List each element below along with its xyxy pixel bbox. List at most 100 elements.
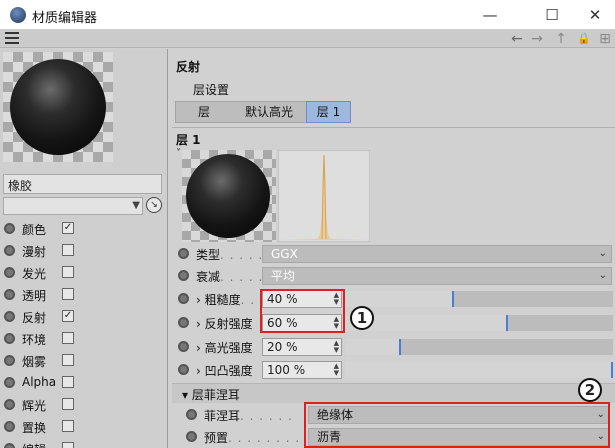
animation-dot-icon[interactable] xyxy=(4,355,15,366)
channel-item[interactable]: 编辑 xyxy=(0,438,166,448)
reflection-strength-row: › 反射强度 60 % ▲ ▼ xyxy=(172,312,615,334)
channel-item[interactable]: 透明 xyxy=(0,284,166,306)
animation-dot-icon[interactable] xyxy=(4,311,15,322)
collapse-arrow-icon[interactable]: ˅ xyxy=(176,148,181,159)
channel-checkbox[interactable] xyxy=(62,354,74,366)
animation-dot-icon[interactable] xyxy=(178,270,189,281)
channel-checkbox[interactable]: ✓ xyxy=(62,310,74,322)
animation-dot-icon[interactable] xyxy=(178,317,189,328)
callout-2: 2 xyxy=(578,378,602,402)
preset-select[interactable]: ▼ xyxy=(3,197,143,215)
channel-checkbox[interactable] xyxy=(62,442,74,448)
animation-dot-icon[interactable] xyxy=(4,399,15,410)
attenuation-row: 衰减. . . . . . 平均 ⌄ xyxy=(172,265,615,287)
chevron-down-icon: ⌄ xyxy=(598,248,607,259)
animation-dot-icon[interactable] xyxy=(4,333,15,344)
slider-handle[interactable] xyxy=(506,315,508,331)
channel-checkbox[interactable] xyxy=(62,398,74,410)
bump-strength-label: › 凹凸强度 xyxy=(196,364,253,378)
divider xyxy=(172,127,615,128)
app-icon xyxy=(10,7,26,23)
type-row: 类型. . . . . . GGX ⌄ xyxy=(172,243,615,265)
bump-strength-slider[interactable] xyxy=(345,362,613,378)
slider-handle[interactable] xyxy=(611,362,613,378)
channel-label: 置换 xyxy=(22,421,47,435)
animation-dot-icon[interactable] xyxy=(4,289,15,300)
label-dots: . . . . . . xyxy=(240,409,293,423)
maximize-button[interactable]: ☐ xyxy=(537,4,567,26)
animation-dot-icon[interactable] xyxy=(178,364,189,375)
animation-dot-icon[interactable] xyxy=(178,293,189,304)
tab-layer-1[interactable]: 层 1 xyxy=(306,101,351,123)
channel-checkbox[interactable] xyxy=(62,420,74,432)
specular-strength-field[interactable]: 20 % ▲ ▼ xyxy=(262,338,342,356)
channel-label: 透明 xyxy=(22,289,47,303)
reflection-strength-slider[interactable] xyxy=(345,315,613,331)
fresnel-label: 菲涅耳 xyxy=(204,409,241,423)
channel-checkbox[interactable] xyxy=(62,288,74,300)
channel-item[interactable]: 环境 xyxy=(0,328,166,350)
animation-dot-icon[interactable] xyxy=(4,443,15,448)
animation-dot-icon[interactable] xyxy=(178,341,189,352)
channel-checkbox[interactable] xyxy=(62,332,74,344)
spinner-icon[interactable]: ▲ ▼ xyxy=(334,363,339,377)
specular-strength-slider[interactable] xyxy=(345,339,613,355)
bump-strength-value: 100 % xyxy=(267,363,306,377)
animation-dot-icon[interactable] xyxy=(4,267,15,278)
lock-icon[interactable]: 🔒 xyxy=(575,30,593,48)
channel-item[interactable]: 颜色 ✓ xyxy=(0,218,166,240)
window-title: 材质编辑器 xyxy=(32,11,98,26)
channel-item[interactable]: 烟雾 xyxy=(0,350,166,372)
tab-layer[interactable]: 层 xyxy=(176,102,232,122)
roughness-row: › 粗糙度. . . 40 % ▲ ▼ xyxy=(172,288,615,310)
hamburger-menu-icon[interactable] xyxy=(5,32,19,45)
layer-preview-sphere xyxy=(186,154,270,238)
channel-checkbox[interactable] xyxy=(62,244,74,256)
specular-strength-row: › 高光强度 20 % ▲ ▼ xyxy=(172,336,615,358)
channel-checkbox[interactable] xyxy=(62,376,74,388)
channel-item[interactable]: 发光 xyxy=(0,262,166,284)
specular-strength-label: › 高光强度 xyxy=(196,341,253,355)
tab-default-specular[interactable]: 默认高光 xyxy=(232,102,306,122)
slider-handle[interactable] xyxy=(399,339,401,355)
material-name-field[interactable]: 橡胶 xyxy=(3,174,162,194)
spinner-icon[interactable]: ▲ ▼ xyxy=(334,340,339,354)
forward-arrow-icon[interactable]: → xyxy=(528,30,546,48)
type-value: GGX xyxy=(271,247,298,261)
back-arrow-icon[interactable]: ← xyxy=(508,30,526,48)
channel-label: 漫射 xyxy=(22,245,47,259)
minimize-button[interactable]: — xyxy=(475,4,505,26)
animation-dot-icon[interactable] xyxy=(186,409,197,420)
animation-dot-icon[interactable] xyxy=(4,377,15,388)
up-arrow-icon[interactable]: ↑ xyxy=(552,30,570,48)
channel-label: 环境 xyxy=(22,333,47,347)
channel-label: 发光 xyxy=(22,267,47,281)
animation-dot-icon[interactable] xyxy=(178,248,189,259)
material-preview[interactable] xyxy=(3,52,113,162)
channel-item[interactable]: 置换 xyxy=(0,416,166,438)
slider-handle[interactable] xyxy=(452,291,454,307)
animation-dot-icon[interactable] xyxy=(186,431,197,442)
close-button[interactable]: ✕ xyxy=(580,4,610,26)
fresnel-section-header[interactable]: ▾ 层菲涅耳 xyxy=(172,383,615,403)
animation-dot-icon[interactable] xyxy=(4,421,15,432)
channel-item[interactable]: 反射 ✓ xyxy=(0,306,166,328)
picker-arrow-icon[interactable]: ↘ xyxy=(146,197,162,213)
roughness-slider[interactable] xyxy=(345,291,613,307)
channel-label: Alpha xyxy=(22,375,57,389)
layer-tabs: 层 默认高光 层 1 xyxy=(175,101,351,123)
attenuation-value: 平均 xyxy=(271,269,296,283)
channel-checkbox[interactable]: ✓ xyxy=(62,222,74,234)
bump-strength-field[interactable]: 100 % ▲ ▼ xyxy=(262,361,342,379)
channel-item[interactable]: 漫射 xyxy=(0,240,166,262)
animation-dot-icon[interactable] xyxy=(4,245,15,256)
channel-checkbox[interactable] xyxy=(62,266,74,278)
new-window-icon[interactable]: ⊞ xyxy=(596,30,614,48)
channel-label: 颜色 xyxy=(22,223,47,237)
channel-item[interactable]: Alpha xyxy=(0,372,166,394)
attenuation-dropdown[interactable]: 平均 ⌄ xyxy=(262,267,612,285)
title-bar: 材质编辑器 — ☐ ✕ xyxy=(0,0,615,30)
channel-item[interactable]: 辉光 xyxy=(0,394,166,416)
animation-dot-icon[interactable] xyxy=(4,223,15,234)
type-dropdown[interactable]: GGX ⌄ xyxy=(262,245,612,263)
